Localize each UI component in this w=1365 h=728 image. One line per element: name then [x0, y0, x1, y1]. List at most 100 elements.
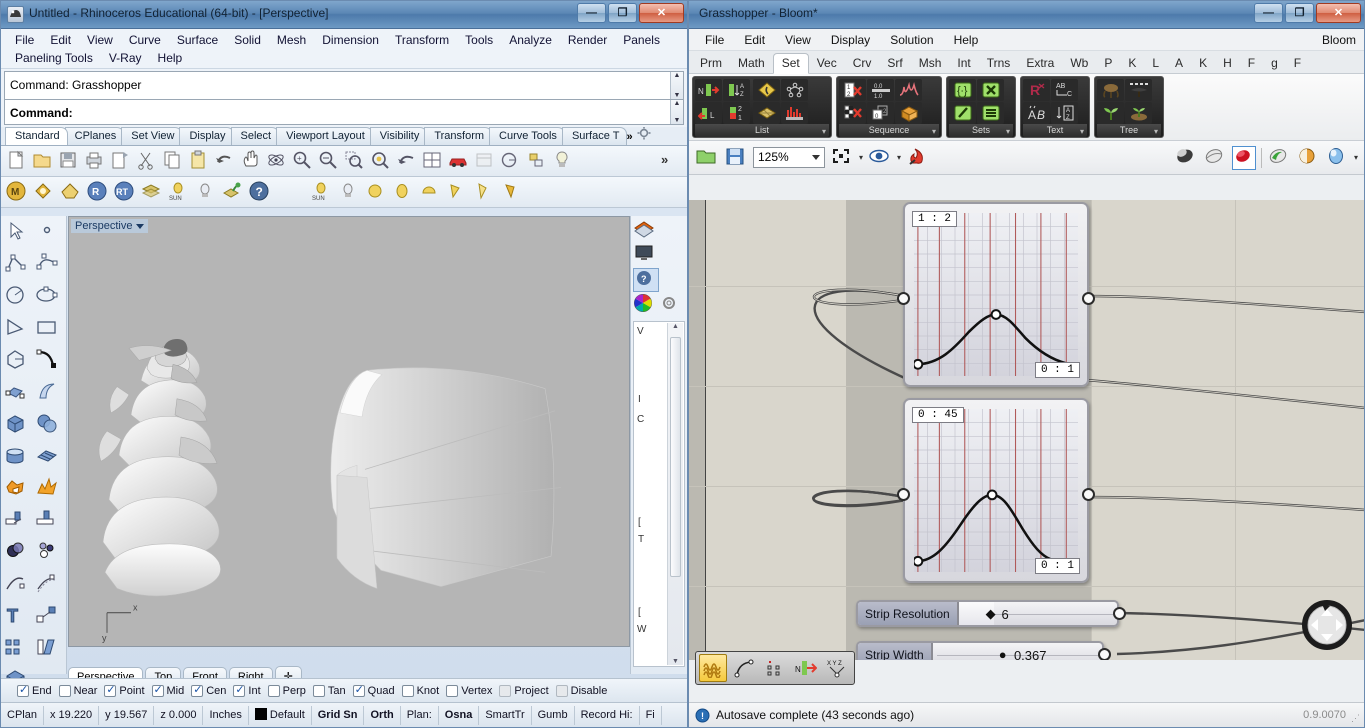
polyline-icon[interactable] — [3, 251, 33, 282]
osnap-disable-checkbox[interactable] — [556, 685, 568, 697]
vray-render-icon[interactable]: R — [86, 180, 110, 204]
gh-tab-int[interactable]: Int — [949, 54, 978, 73]
osnap-near-checkbox[interactable] — [59, 685, 71, 697]
preview-off-icon[interactable] — [1232, 146, 1256, 170]
status-record-history[interactable]: Record Hi: — [575, 706, 640, 725]
ellipse-icon[interactable] — [34, 283, 64, 314]
gh-tab-p[interactable]: P — [1096, 54, 1120, 73]
osnap-perp[interactable]: Perp — [268, 685, 306, 697]
gh-tab-l[interactable]: L — [1144, 54, 1167, 73]
menu-analyze[interactable]: Analyze — [501, 31, 560, 49]
point-cloud-icon[interactable] — [34, 539, 64, 570]
status-filter[interactable]: Fi — [640, 706, 662, 725]
offset-curve-icon[interactable] — [34, 571, 64, 602]
points-widget-icon[interactable] — [761, 654, 789, 682]
toolbar-tab-transform[interactable]: Transform — [424, 127, 492, 145]
sketch-caret-icon[interactable]: ▾ — [1354, 153, 1358, 162]
text-sort-icon[interactable]: AZ — [1051, 102, 1078, 124]
maxwell-material-icon[interactable] — [59, 180, 83, 204]
duplicate-icon[interactable]: 02 — [867, 102, 894, 124]
toolbar-tab-visibility[interactable]: Visibility — [370, 127, 428, 145]
bake-flame-icon[interactable] — [906, 146, 930, 170]
zoom-level-input[interactable]: 125% — [753, 147, 825, 168]
light-object-icon[interactable] — [194, 180, 218, 204]
gh-tab-h[interactable]: H — [1215, 54, 1240, 73]
status-smarttrack[interactable]: SmartTr — [479, 706, 531, 725]
osnap-knot-checkbox[interactable] — [402, 685, 414, 697]
save-file-icon[interactable] — [57, 149, 81, 173]
set-majority-icon[interactable] — [977, 102, 1004, 124]
extrude-curve-icon[interactable] — [34, 507, 64, 538]
menu-solid[interactable]: Solid — [226, 31, 269, 49]
osnap-vertex-checkbox[interactable] — [446, 685, 458, 697]
zoom-previous-icon[interactable] — [395, 149, 419, 173]
settings-gear-icon[interactable] — [659, 293, 683, 317]
rectangular-light-icon[interactable] — [472, 180, 496, 204]
graph-mapper-2-plot[interactable] — [914, 409, 1078, 572]
zoom-in-icon[interactable]: + — [291, 149, 315, 173]
text-case-icon[interactable]: AB — [1023, 102, 1050, 124]
tree-branch-icon[interactable] — [1097, 79, 1124, 101]
toolbar-tab-curve-tools[interactable]: Curve Tools — [489, 127, 565, 145]
toolbar-tab-setview[interactable]: Set View — [121, 127, 182, 145]
menu-paneling-tools[interactable]: Paneling Tools — [7, 49, 101, 67]
slider-strip-width-output-port[interactable] — [1098, 648, 1111, 660]
print-icon[interactable] — [83, 149, 107, 173]
toolbar-tab-viewport-layout[interactable]: Viewport Layout — [276, 127, 373, 145]
command-input-scroll[interactable]: ▲▼ — [670, 100, 683, 124]
menu-render[interactable]: Render — [560, 31, 615, 49]
zoom-dropdown-caret-icon[interactable] — [812, 155, 820, 160]
navigation-compass-icon[interactable] — [1300, 596, 1354, 650]
text-object-icon[interactable]: T — [3, 603, 33, 634]
list-chart-icon[interactable] — [781, 102, 808, 124]
help-panel-icon[interactable]: ? — [633, 268, 659, 292]
rhino-close-button[interactable]: ✕ — [639, 3, 684, 23]
vray-rt-render-icon[interactable]: RT — [113, 180, 137, 204]
directional-light-icon[interactable] — [391, 180, 415, 204]
menu-view[interactable]: View — [79, 31, 121, 49]
sort-az-icon[interactable]: AZ — [723, 79, 750, 101]
osnap-mid[interactable]: Mid — [152, 685, 185, 697]
eye-preview-icon[interactable] — [868, 146, 892, 170]
gh-tab-set[interactable]: Set — [773, 53, 809, 74]
gh-tab-f2[interactable]: F — [1286, 54, 1309, 73]
osnap-tan-checkbox[interactable] — [313, 685, 325, 697]
gh-group-list-pin-icon[interactable]: ▾ — [822, 125, 826, 138]
slider-strip-resolution-handle[interactable]: ◆ — [986, 606, 996, 622]
spot-light-icon[interactable] — [418, 180, 442, 204]
status-gumball[interactable]: Gumb — [532, 706, 575, 725]
status-units[interactable]: Inches — [203, 706, 248, 725]
point-object-icon[interactable] — [34, 219, 64, 250]
command-input-line[interactable]: Command: ▲▼ — [4, 100, 684, 125]
graph-mapper-2-output-port[interactable] — [1082, 488, 1095, 501]
shear-icon[interactable] — [34, 635, 64, 666]
point-light-icon[interactable] — [364, 180, 388, 204]
set-union-icon[interactable]: {∙} — [949, 79, 976, 101]
circle-tool-icon[interactable] — [499, 149, 523, 173]
toolbar-tabs-overflow[interactable]: » — [624, 129, 634, 145]
vray-layers-icon[interactable] — [140, 180, 164, 204]
osnap-perp-checkbox[interactable] — [268, 685, 280, 697]
graph-mapper-1[interactable]: 1 : 2 0 : 1 — [903, 202, 1089, 387]
export-icon[interactable] — [109, 149, 133, 173]
render-car-icon[interactable] — [447, 149, 471, 173]
gh-menu-file[interactable]: File — [695, 31, 734, 49]
toolbar-tab-standard[interactable]: Standard — [5, 127, 68, 145]
explode-icon[interactable] — [34, 475, 64, 506]
gh-maximize-button[interactable]: ❐ — [1285, 3, 1314, 23]
cull-index-icon[interactable]: 12 — [839, 79, 866, 101]
gh-resize-grip[interactable]: ⋰ — [1351, 713, 1360, 724]
cut-scissors-icon[interactable] — [135, 149, 159, 173]
save-disk-icon[interactable] — [724, 146, 748, 170]
graph-mapper-2-input-port[interactable] — [897, 488, 910, 501]
slider-strip-width-track[interactable]: ● 0.367 — [933, 643, 1102, 660]
render-properties-icon[interactable] — [473, 149, 497, 173]
osnap-project[interactable]: Project — [499, 685, 548, 697]
osnap-cen[interactable]: Cen — [191, 685, 226, 697]
menu-surface[interactable]: Surface — [169, 31, 226, 49]
toolbar-tab-surface-tools[interactable]: Surface T — [562, 127, 628, 145]
linear-light-icon[interactable] — [445, 180, 469, 204]
menu-transform[interactable]: Transform — [387, 31, 457, 49]
gh-canvas[interactable]: 1 : 2 0 : 1 — [689, 200, 1364, 660]
status-planar[interactable]: Plan: — [401, 706, 439, 725]
